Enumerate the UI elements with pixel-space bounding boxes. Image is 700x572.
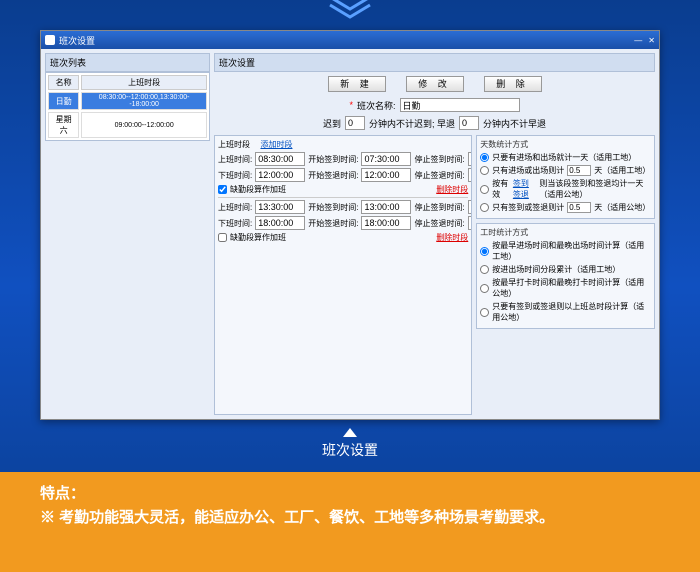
seg1-stopout-input[interactable] (468, 168, 473, 182)
shift-table[interactable]: 名称上班时段 日勤08:30:00--12:00:00,13:30:00--18… (45, 72, 210, 141)
seg1-off-input[interactable] (255, 168, 305, 182)
hours-header: 工时统计方式 (480, 227, 651, 238)
footer-title: 特点： (40, 482, 660, 503)
shift-settings-panel: 班次设置 新 建 修 改 删 除 * 班次名称: 迟到 分钟内不计迟到; 早退 … (214, 53, 655, 415)
name-label: 班次名称: (357, 99, 396, 112)
late-label: 迟到 (323, 117, 341, 130)
triangle-icon (343, 428, 357, 437)
footer-banner: 特点： ※ 考勤功能强大灵活，能适应办公、工厂、餐饮、工地等多种场景考勤要求。 (0, 472, 700, 572)
delete-period-link[interactable]: 删除时段 (436, 184, 468, 195)
hours-radio-3[interactable] (480, 284, 489, 293)
periods-header: 上班时段 (218, 139, 250, 150)
add-period-link[interactable]: 添加时段 (260, 139, 292, 150)
seg2-startout-input[interactable] (361, 216, 411, 230)
shift-name-input[interactable] (400, 98, 520, 112)
seg1-ot-checkbox[interactable] (218, 185, 227, 194)
hours-radio-1[interactable] (480, 247, 489, 256)
edit-button[interactable]: 修 改 (406, 76, 464, 92)
early-input[interactable] (459, 116, 479, 130)
days-radio-1[interactable] (480, 153, 489, 162)
hours-radio-2[interactable] (480, 265, 489, 274)
seg2-stopout-input[interactable] (468, 216, 473, 230)
seg2-stopsign-input[interactable] (468, 200, 473, 214)
col-period: 上班时段 (81, 75, 207, 90)
settings-header: 班次设置 (214, 53, 655, 72)
shift-periods-group: 上班时段 添加时段 上班时间: 开始签到时间: 停止签到时间: 下班时间: 开始… (214, 135, 472, 415)
app-icon (45, 35, 55, 45)
footer-text: ※ 考勤功能强大灵活，能适应办公、工厂、餐饮、工地等多种场景考勤要求。 (40, 507, 660, 528)
days-radio-2[interactable] (480, 166, 489, 175)
table-row[interactable]: 星期六09:00:00--12:00:00 (48, 112, 207, 138)
days-stat-group: 天数统计方式 只要有进场和出场就计一天（适用工地） 只有进场或出场则计天（适用工… (476, 135, 655, 219)
seg2-on-input[interactable] (255, 200, 305, 214)
seg2-ot-checkbox[interactable] (218, 233, 227, 242)
seg1-on-input[interactable] (255, 152, 305, 166)
seg2-startsign-input[interactable] (361, 200, 411, 214)
window-titlebar: 班次设置 — ✕ (41, 31, 659, 49)
seg1-startsign-input[interactable] (361, 152, 411, 166)
table-row[interactable]: 日勤08:30:00--12:00:00,13:30:00--18:00:00 (48, 92, 207, 110)
days-radio-3[interactable] (480, 185, 489, 194)
days-radio-4[interactable] (480, 203, 489, 212)
seg1-stopsign-input[interactable] (468, 152, 473, 166)
window-title: 班次设置 (59, 34, 95, 47)
hours-stat-group: 工时统计方式 按最早进场时间和最晚出场时间计算（适用工地） 按进出场时间分段累计… (476, 223, 655, 329)
required-mark: * (349, 100, 353, 110)
col-name: 名称 (48, 75, 79, 90)
decorative-chevrons (320, 0, 380, 25)
close-button[interactable]: ✕ (648, 36, 655, 45)
minimize-button[interactable]: — (634, 36, 642, 45)
settings-window: 班次设置 — ✕ 班次列表 名称上班时段 日勤08:30:00--12:00:0… (40, 30, 660, 420)
late-input[interactable] (345, 116, 365, 130)
shift-list-header: 班次列表 (45, 53, 210, 72)
screenshot-caption: 班次设置 (322, 428, 378, 460)
delete-period-link-2[interactable]: 删除时段 (436, 232, 468, 243)
days-header: 天数统计方式 (480, 139, 651, 150)
seg1-startout-input[interactable] (361, 168, 411, 182)
shift-list-panel: 班次列表 名称上班时段 日勤08:30:00--12:00:00,13:30:0… (45, 53, 210, 415)
new-button[interactable]: 新 建 (328, 76, 386, 92)
delete-button[interactable]: 删 除 (484, 76, 542, 92)
seg2-off-input[interactable] (255, 216, 305, 230)
hours-radio-4[interactable] (480, 308, 489, 317)
late-unit: 分钟内不计迟到; 早退 (369, 117, 455, 130)
days-val-2[interactable] (567, 165, 591, 176)
days-val-4[interactable] (567, 202, 591, 213)
early-unit: 分钟内不计早退 (483, 117, 546, 130)
